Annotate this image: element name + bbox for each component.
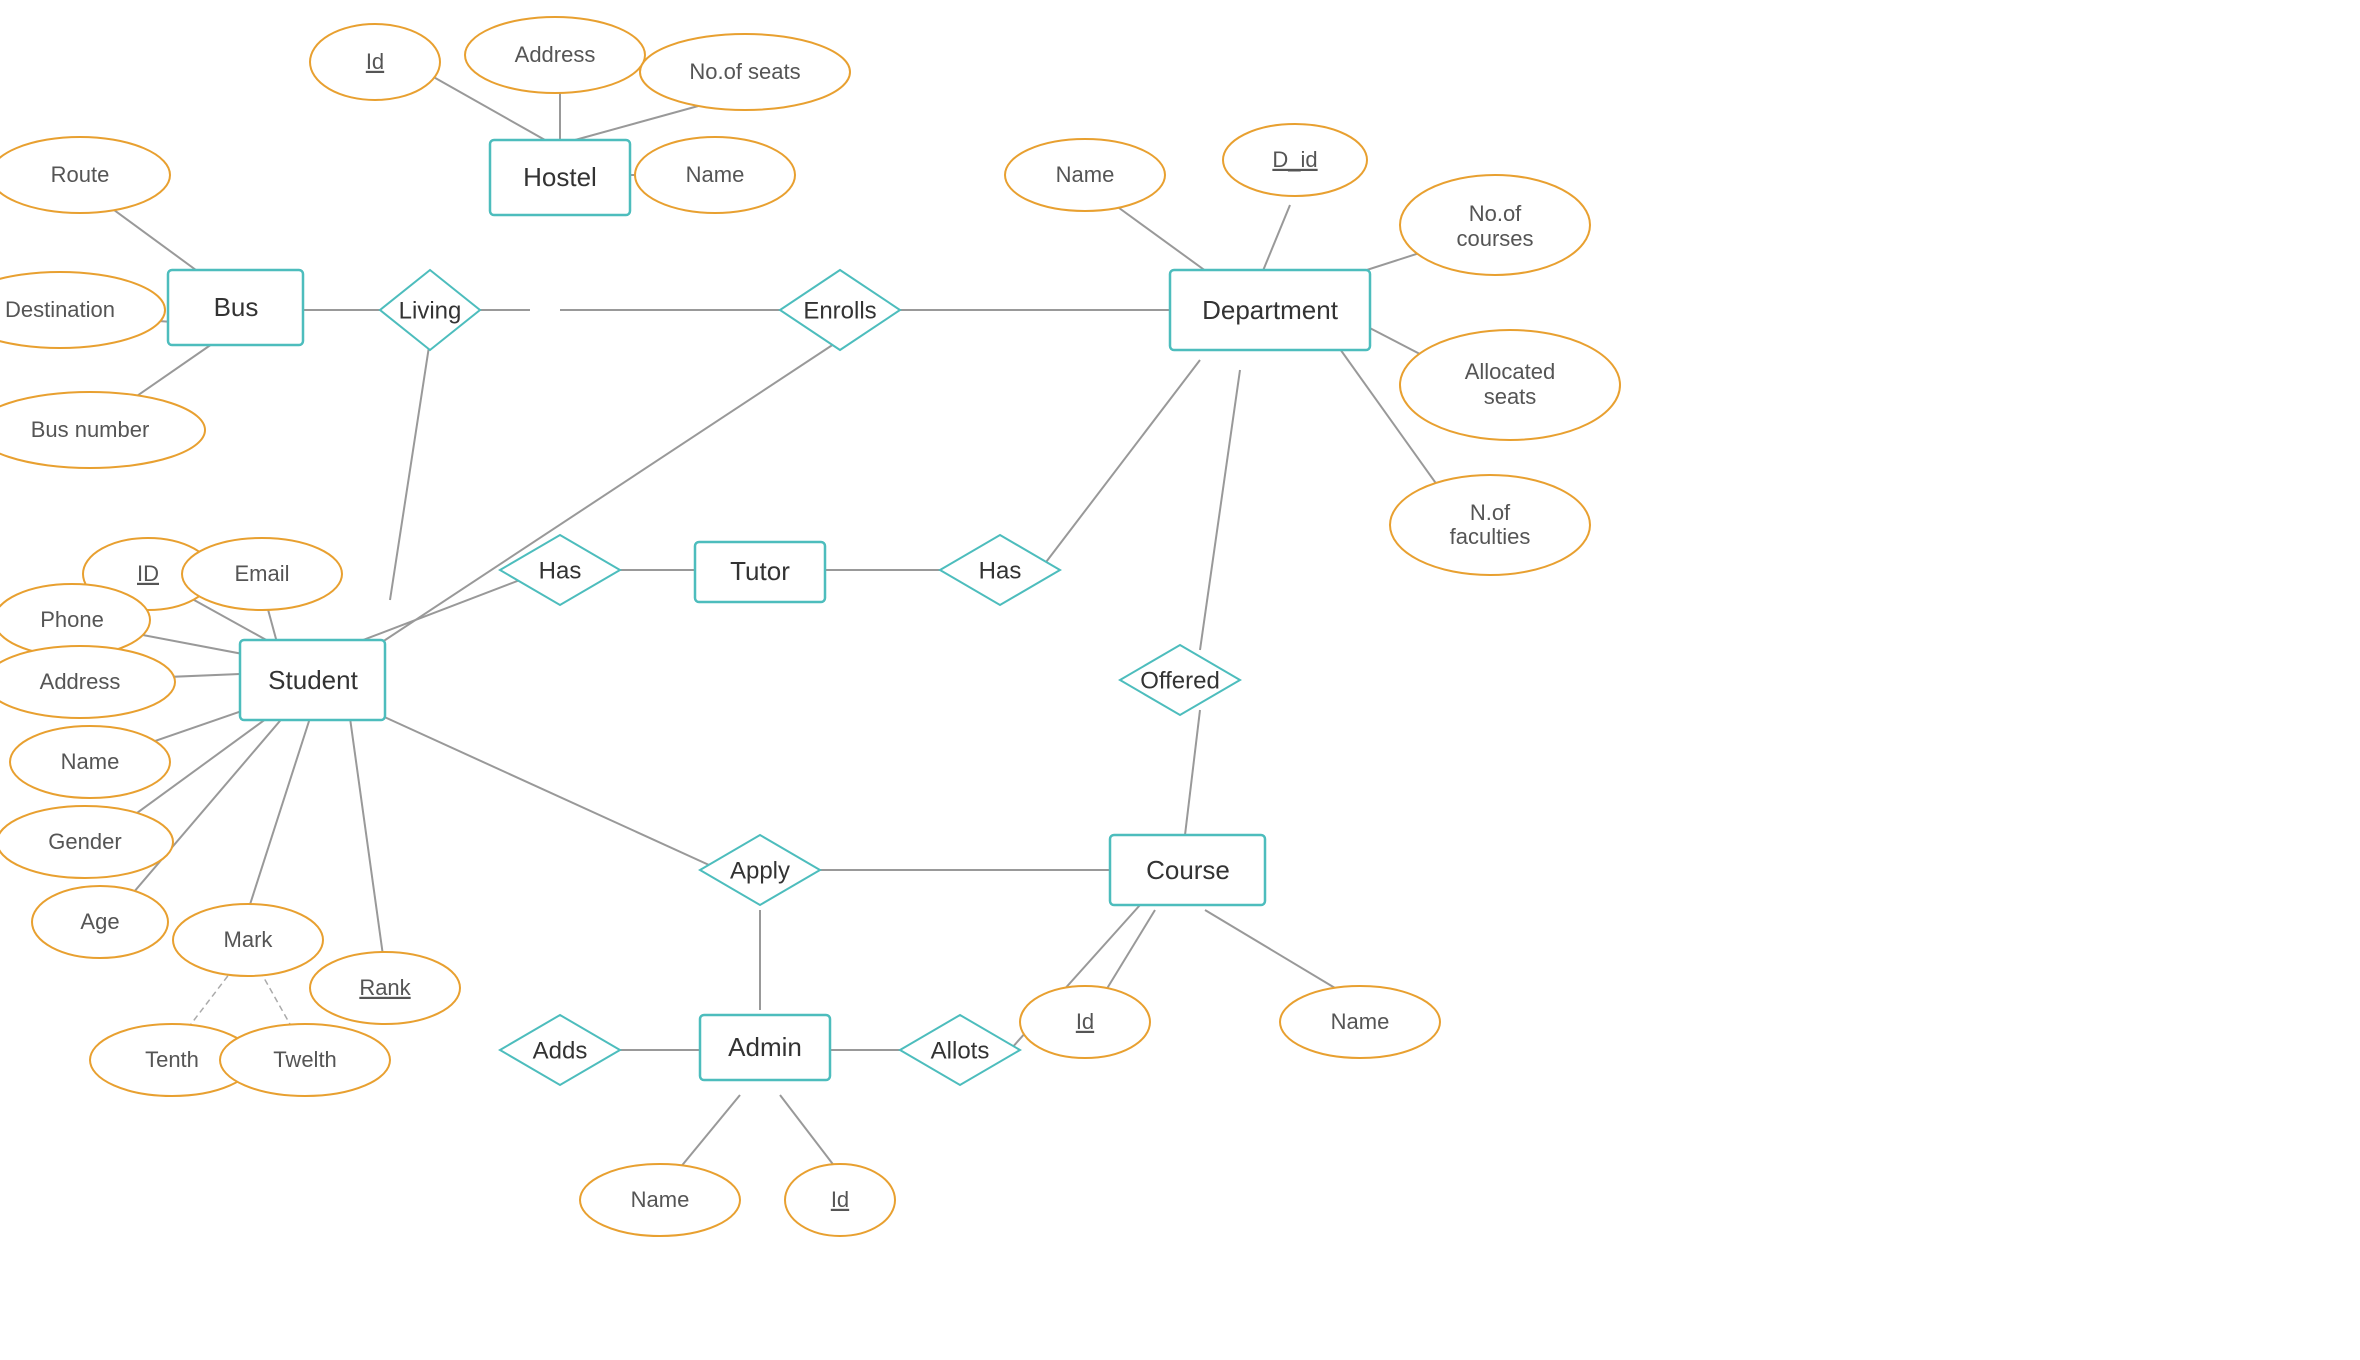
attr-admin-name-label: Name <box>631 1187 690 1212</box>
attr-stu-gender-label: Gender <box>48 829 121 854</box>
attr-hostel-name-label: Name <box>686 162 745 187</box>
attr-dept-fac-label2: faculties <box>1450 524 1531 549</box>
relation-adds-label: Adds <box>533 1037 588 1064</box>
attr-stu-tenth-label: Tenth <box>145 1047 199 1072</box>
relation-offered-label: Offered <box>1140 667 1220 694</box>
entity-student-label: Student <box>268 665 358 695</box>
attr-stu-id-label: ID <box>137 561 159 586</box>
attr-dept-name-label: Name <box>1056 162 1115 187</box>
attr-stu-email-label: Email <box>234 561 289 586</box>
attr-course-name-label: Name <box>1331 1009 1390 1034</box>
attr-dept-fac-label1: N.of <box>1470 500 1511 525</box>
attr-stu-age-label: Age <box>80 909 119 934</box>
attr-stu-name-label: Name <box>61 749 120 774</box>
attr-stu-address-label: Address <box>40 669 121 694</box>
attr-stu-mark-label: Mark <box>224 927 274 952</box>
entity-hostel-label: Hostel <box>523 162 597 192</box>
er-diagram: Bus Hostel Student Tutor Department Cour… <box>0 0 2360 1360</box>
entity-department-label: Department <box>1202 295 1339 325</box>
attr-dept-seats-label2: seats <box>1484 384 1537 409</box>
attr-route-label: Route <box>51 162 110 187</box>
relation-enrolls-label: Enrolls <box>803 297 876 324</box>
relation-has1-label: Has <box>539 557 582 584</box>
attr-dept-courses-label2: courses <box>1456 226 1533 251</box>
attr-busnumber-label: Bus number <box>31 417 150 442</box>
attr-stu-phone-label: Phone <box>40 607 104 632</box>
entity-bus-label: Bus <box>214 292 259 322</box>
relation-apply-label: Apply <box>730 857 790 884</box>
attr-hostel-id-label: Id <box>366 49 384 74</box>
relation-living-label: Living <box>399 297 462 324</box>
attr-hostel-seats-label: No.of seats <box>689 59 800 84</box>
entity-tutor-label: Tutor <box>730 556 790 586</box>
attr-admin-id-label: Id <box>831 1187 849 1212</box>
attr-dept-courses-label1: No.of <box>1469 201 1522 226</box>
attr-course-id-label: Id <box>1076 1009 1094 1034</box>
entity-course-label: Course <box>1146 855 1230 885</box>
relation-allots-label: Allots <box>931 1037 990 1064</box>
attr-dept-did-label: D_id <box>1272 147 1317 172</box>
relation-has2-label: Has <box>979 557 1022 584</box>
attr-hostel-address-label: Address <box>515 42 596 67</box>
attr-destination-label: Destination <box>5 297 115 322</box>
attr-stu-twelfth-label: Twelth <box>273 1047 337 1072</box>
attr-dept-seats-label1: Allocated <box>1465 359 1556 384</box>
attr-stu-rank-label: Rank <box>359 975 411 1000</box>
entity-admin-label: Admin <box>728 1032 802 1062</box>
